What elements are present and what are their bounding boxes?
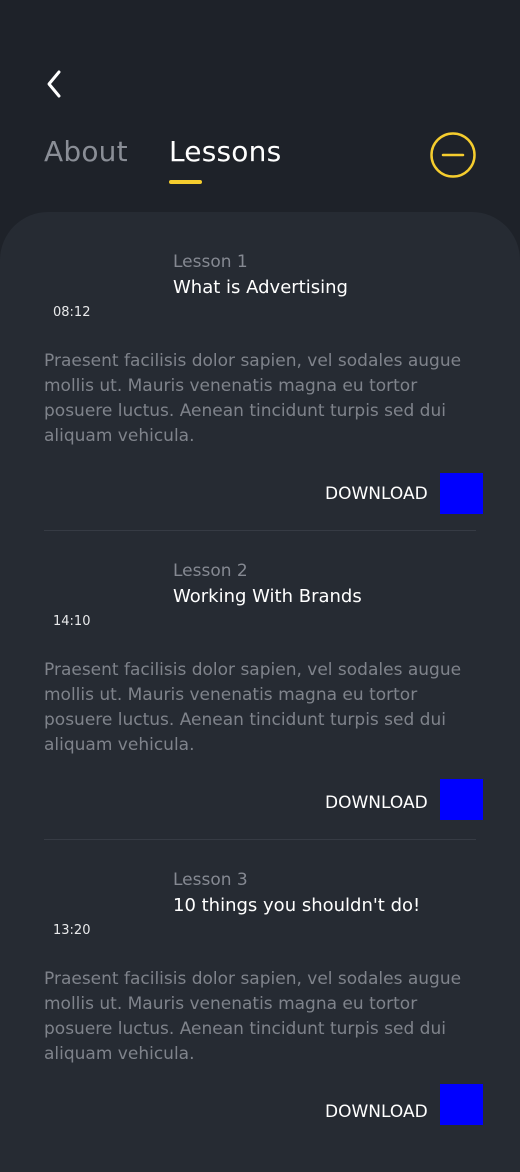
lesson-description: Praesent facilisis dolor sapien, vel sod… [44, 660, 462, 755]
download-button[interactable]: DOWNLOAD [325, 791, 428, 815]
back-button[interactable] [36, 64, 72, 104]
download-icon[interactable] [440, 779, 483, 820]
lesson-duration: 14:10 [53, 614, 91, 629]
download-button[interactable]: DOWNLOAD [325, 1100, 428, 1124]
download-button[interactable]: DOWNLOAD [325, 482, 428, 506]
lessons-panel: Lesson 1 What is Advertising 08:12 Praes… [0, 212, 520, 1172]
lesson-description: Praesent facilisis dolor sapien, vel sod… [44, 351, 462, 446]
download-icon[interactable] [440, 473, 483, 514]
lesson-item[interactable]: Lesson 3 10 things you shouldn't do! 13:… [0, 830, 520, 1139]
lesson-description: Praesent facilisis dolor sapien, vel sod… [44, 969, 462, 1064]
lesson-number: Lesson 2 [173, 561, 248, 581]
lesson-title: Working With Brands [173, 586, 362, 607]
lesson-number: Lesson 3 [173, 870, 248, 890]
minus-circle-icon [430, 132, 476, 178]
active-tab-indicator [169, 180, 202, 184]
lesson-duration: 13:20 [53, 923, 91, 938]
lesson-duration: 08:12 [53, 305, 91, 320]
collapse-button[interactable] [430, 132, 476, 178]
tab-about[interactable]: About [44, 134, 128, 170]
header: About Lessons [0, 0, 520, 240]
chevron-left-icon [47, 70, 61, 98]
lesson-title: 10 things you shouldn't do! [173, 895, 421, 916]
lesson-number: Lesson 1 [173, 252, 248, 272]
download-icon[interactable] [440, 1084, 483, 1125]
tab-lessons[interactable]: Lessons [169, 134, 281, 170]
lesson-title: What is Advertising [173, 277, 348, 298]
lesson-item[interactable]: Lesson 2 Working With Brands 14:10 Praes… [0, 521, 520, 840]
lesson-item[interactable]: Lesson 1 What is Advertising 08:12 Praes… [0, 212, 520, 531]
